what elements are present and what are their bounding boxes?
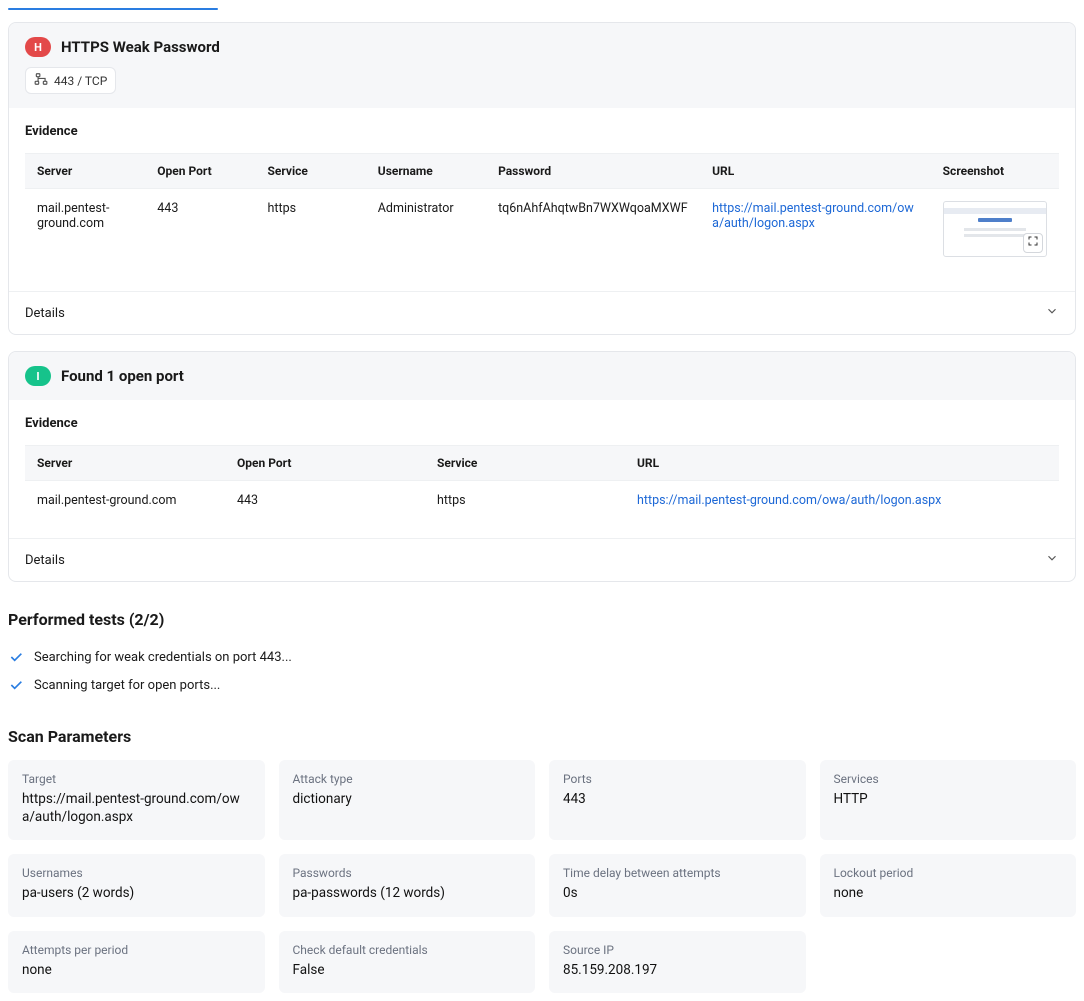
col-service: Service <box>256 154 366 189</box>
param-value: 85.159.208.197 <box>563 961 792 979</box>
col-password: Password <box>486 154 700 189</box>
chevron-down-icon <box>1045 551 1059 569</box>
port-chip-label: 443 / TCP <box>54 74 107 88</box>
cell-username: Administrator <box>366 189 486 274</box>
param-label: Ports <box>563 772 792 786</box>
cell-password: tq6nAhfAhqtwBn7WXWqoaMXWF <box>486 189 700 274</box>
param-source-ip: Source IP 85.159.208.197 <box>549 931 806 993</box>
cell-service: https <box>425 481 625 521</box>
param-value: HTTP <box>834 790 1063 808</box>
cell-server: mail.pentest-ground.com <box>25 189 145 274</box>
evidence-label: Evidence <box>25 416 1059 431</box>
cell-open-port: 443 <box>145 189 255 274</box>
finding-card-1-body: Evidence Server Open Port Service Userna… <box>9 108 1075 291</box>
param-label: Lockout period <box>834 866 1063 880</box>
param-attempts-per-period: Attempts per period none <box>8 931 265 993</box>
param-attack-type: Attack type dictionary <box>279 760 536 840</box>
param-label: Attempts per period <box>22 943 251 957</box>
col-open-port: Open Port <box>145 154 255 189</box>
param-label: Source IP <box>563 943 792 957</box>
param-value: https://mail.pentest-ground.com/owa/auth… <box>22 790 251 826</box>
col-screenshot: Screenshot <box>931 154 1059 189</box>
finding-card-2-body: Evidence Server Open Port Service URL ma… <box>9 400 1075 538</box>
col-open-port: Open Port <box>225 446 425 481</box>
finding-title: Found 1 open port <box>61 367 184 385</box>
param-value: pa-passwords (12 words) <box>293 884 522 902</box>
cell-url: https://mail.pentest-ground.com/owa/auth… <box>625 481 1059 521</box>
col-url: URL <box>700 154 931 189</box>
active-tab-indicator <box>8 8 218 10</box>
list-item: Searching for weak credentials on port 4… <box>8 643 1076 671</box>
evidence-table-1: Server Open Port Service Username Passwo… <box>25 153 1059 273</box>
col-service: Service <box>425 446 625 481</box>
evidence-label: Evidence <box>25 124 1059 139</box>
param-time-delay: Time delay between attempts 0s <box>549 854 806 916</box>
details-label: Details <box>25 306 65 321</box>
cell-server: mail.pentest-ground.com <box>25 481 225 521</box>
finding-card-2-header: I Found 1 open port <box>9 352 1075 400</box>
param-value: dictionary <box>293 790 522 808</box>
param-usernames: Usernames pa-users (2 words) <box>8 854 265 916</box>
list-item: Scanning target for open ports... <box>8 671 1076 699</box>
details-toggle-2[interactable]: Details <box>9 538 1075 581</box>
chevron-down-icon <box>1045 304 1059 322</box>
param-value: none <box>834 884 1063 902</box>
network-icon <box>34 72 48 89</box>
param-label: Time delay between attempts <box>563 866 792 880</box>
col-server: Server <box>25 446 225 481</box>
table-row: mail.pentest-ground.com 443 https Admini… <box>25 189 1059 274</box>
param-label: Attack type <box>293 772 522 786</box>
finding-card-2: I Found 1 open port Evidence Server Open… <box>8 351 1076 582</box>
param-value: pa-users (2 words) <box>22 884 251 902</box>
severity-badge-high: H <box>25 37 51 57</box>
finding-card-1-header: H HTTPS Weak Password 443 / TCP <box>9 23 1075 108</box>
performed-tests-list: Searching for weak credentials on port 4… <box>8 643 1076 699</box>
evidence-table-2: Server Open Port Service URL mail.pentes… <box>25 445 1059 520</box>
param-label: Passwords <box>293 866 522 880</box>
test-text: Searching for weak credentials on port 4… <box>34 650 292 665</box>
param-lockout-period: Lockout period none <box>820 854 1077 916</box>
evidence-url-link[interactable]: https://mail.pentest-ground.com/owa/auth… <box>712 201 914 231</box>
param-ports: Ports 443 <box>549 760 806 840</box>
scan-parameters-grid: Target https://mail.pentest-ground.com/o… <box>8 760 1076 993</box>
col-server: Server <box>25 154 145 189</box>
details-toggle-1[interactable]: Details <box>9 291 1075 334</box>
test-text: Scanning target for open ports... <box>34 678 220 693</box>
table-row: mail.pentest-ground.com 443 https https:… <box>25 481 1059 521</box>
evidence-url-link[interactable]: https://mail.pentest-ground.com/owa/auth… <box>637 493 941 508</box>
details-label: Details <box>25 553 65 568</box>
finding-card-1: H HTTPS Weak Password 443 / TCP Evidence… <box>8 22 1076 335</box>
param-value: none <box>22 961 251 979</box>
col-username: Username <box>366 154 486 189</box>
scan-parameters-heading: Scan Parameters <box>8 727 1076 746</box>
param-label: Usernames <box>22 866 251 880</box>
cell-service: https <box>256 189 366 274</box>
cell-url: https://mail.pentest-ground.com/owa/auth… <box>700 189 931 274</box>
param-label: Services <box>834 772 1063 786</box>
expand-screenshot-button[interactable] <box>1023 233 1043 253</box>
param-services: Services HTTP <box>820 760 1077 840</box>
param-label: Target <box>22 772 251 786</box>
param-target: Target https://mail.pentest-ground.com/o… <box>8 760 265 840</box>
check-icon <box>8 649 24 665</box>
col-url: URL <box>625 446 1059 481</box>
expand-icon <box>1027 235 1039 251</box>
param-value: False <box>293 961 522 979</box>
param-value: 0s <box>563 884 792 902</box>
finding-title: HTTPS Weak Password <box>61 38 220 56</box>
port-chip[interactable]: 443 / TCP <box>25 67 116 94</box>
performed-tests-heading: Performed tests (2/2) <box>8 610 1076 629</box>
param-passwords: Passwords pa-passwords (12 words) <box>279 854 536 916</box>
param-label: Check default credentials <box>293 943 522 957</box>
check-icon <box>8 677 24 693</box>
param-check-default-creds: Check default credentials False <box>279 931 536 993</box>
cell-screenshot <box>931 189 1059 274</box>
cell-open-port: 443 <box>225 481 425 521</box>
param-value: 443 <box>563 790 792 808</box>
severity-badge-info: I <box>25 366 51 386</box>
